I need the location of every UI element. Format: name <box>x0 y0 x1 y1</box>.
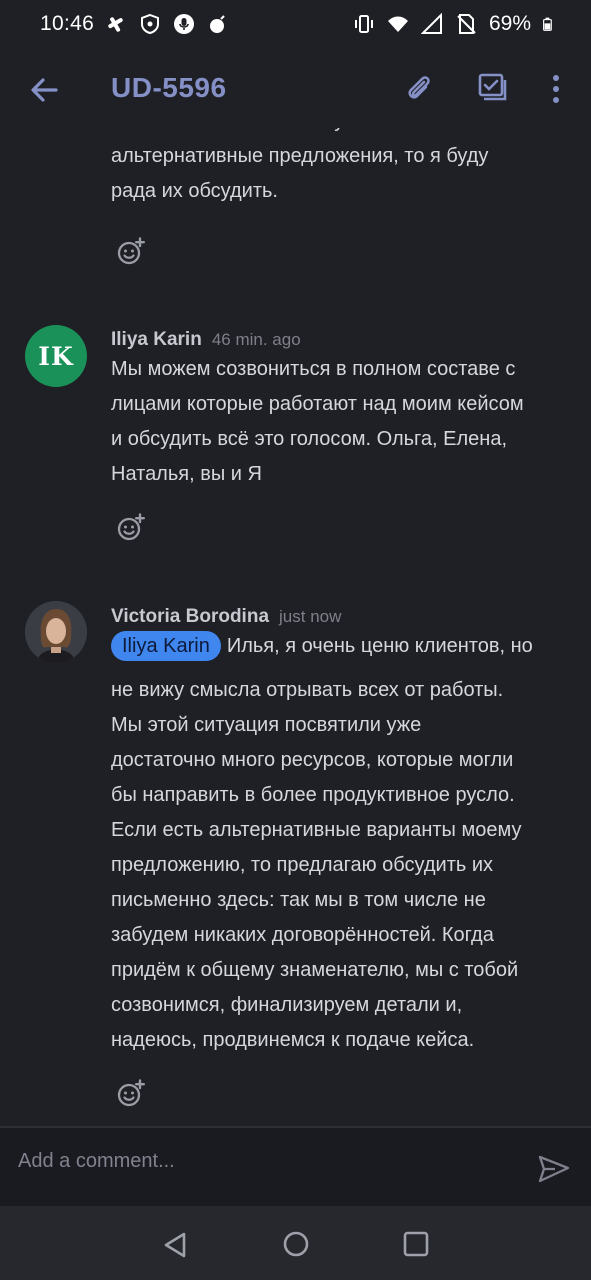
comment-header: Victoria Borodina just now <box>111 606 341 628</box>
comment-author[interactable]: Victoria Borodina <box>111 606 269 627</box>
comment-line: лицами которые работают над моим кейсом <box>111 393 524 415</box>
comment-line: останется с нами. Если у тебя есть <box>111 128 571 139</box>
comment-timestamp: just now <box>279 607 342 626</box>
app-bar: UD-5596 <box>0 52 591 128</box>
comment-line: рада их обсудить. <box>111 180 278 202</box>
add-reaction-icon[interactable] <box>115 1079 145 1109</box>
nav-back-icon[interactable] <box>160 1230 190 1260</box>
comment-first-line: Iliya Karin Илья, я очень ценю клиентов, … <box>111 629 571 664</box>
avatar-photo <box>25 601 87 663</box>
status-system-icons: 69% <box>353 12 557 36</box>
comment-author[interactable]: Iliya Karin <box>111 329 202 350</box>
comment-body: Iliya Karin Илья, я очень ценю клиентов, … <box>111 629 571 1058</box>
status-time: 10:46 <box>40 12 95 35</box>
nav-home-icon[interactable] <box>282 1230 310 1258</box>
comment-header: Iliya Karin 46 min. ago <box>111 329 301 351</box>
shield-icon <box>141 13 159 35</box>
avatar[interactable]: IK <box>25 325 87 387</box>
ticket-title: UD-5596 <box>111 72 227 103</box>
comment-line: достаточно много ресурсов, которые могли <box>111 749 514 771</box>
send-icon[interactable] <box>537 1152 571 1186</box>
cell-signal-icon <box>420 13 442 34</box>
comment-line: созвонимся, финализируем детали и, <box>111 994 463 1016</box>
battery-icon <box>543 17 552 31</box>
comment-line: Если есть альтернативные варианты моему <box>111 819 522 841</box>
slack-icon <box>108 17 123 32</box>
comment-line: бы направить в более продуктивное русло. <box>111 784 515 806</box>
comment-body: Мы можем созвониться в полном составе с … <box>111 352 571 492</box>
kebab-menu-icon[interactable] <box>542 72 570 106</box>
comment-line: Мы можем созвониться в полном составе с <box>111 358 516 380</box>
comment-input[interactable]: Add a comment... <box>18 1150 175 1173</box>
nav-recents-icon[interactable] <box>402 1230 430 1258</box>
comment-line: и обсудить всё это голосом. Ольга, Елена… <box>111 428 507 450</box>
comment-line: забудем никаких договорённостей. Когда <box>111 924 494 946</box>
add-reaction-icon[interactable] <box>115 513 145 543</box>
comment-line: Илья, я очень ценю клиентов, но <box>226 635 533 657</box>
add-reaction-icon[interactable] <box>115 237 145 267</box>
comment-timestamp: 46 min. ago <box>211 330 301 349</box>
mention-chip[interactable]: Iliya Karin <box>111 631 221 661</box>
avatar[interactable] <box>25 601 87 663</box>
comment-composer: Add a comment... <box>0 1126 591 1208</box>
comment-line: Мы этой ситуация посвятили уже <box>111 714 422 736</box>
no-sim-icon <box>457 14 476 34</box>
arrow-left-icon[interactable] <box>26 72 62 108</box>
system-navigation-bar <box>0 1206 591 1280</box>
comment-line: предложению, то предлагаю обсудить их <box>111 854 494 876</box>
status-bar: 10:46 69% <box>0 0 591 52</box>
wifi-icon <box>387 16 408 32</box>
comment-line: надеюсь, продвинемся к подаче кейса. <box>111 1029 475 1051</box>
paperclip-icon[interactable] <box>402 72 436 106</box>
bomb-icon <box>210 15 225 33</box>
vibrate-icon <box>354 15 373 33</box>
battery-percentage: 69% <box>488 12 531 35</box>
comment-partial-body: останется с нами. Если у тебя есть альте… <box>111 128 571 209</box>
comment-line: Наталья, вы и Я <box>111 463 262 485</box>
checklist-icon[interactable] <box>475 70 509 104</box>
comment-line: альтернативные предложения, то я буду <box>111 145 489 167</box>
comment-line: придём к общему знаменателю, мы с тобой <box>111 959 519 981</box>
microphone-icon <box>174 14 194 34</box>
comment-line: не вижу смысла отрывать всех от работы. <box>111 679 504 701</box>
comments-list: останется с нами. Если у тебя есть альте… <box>0 128 591 1126</box>
comment-line: письменно здесь: так мы в том числе не <box>111 889 486 911</box>
status-notification-icons <box>105 13 229 35</box>
